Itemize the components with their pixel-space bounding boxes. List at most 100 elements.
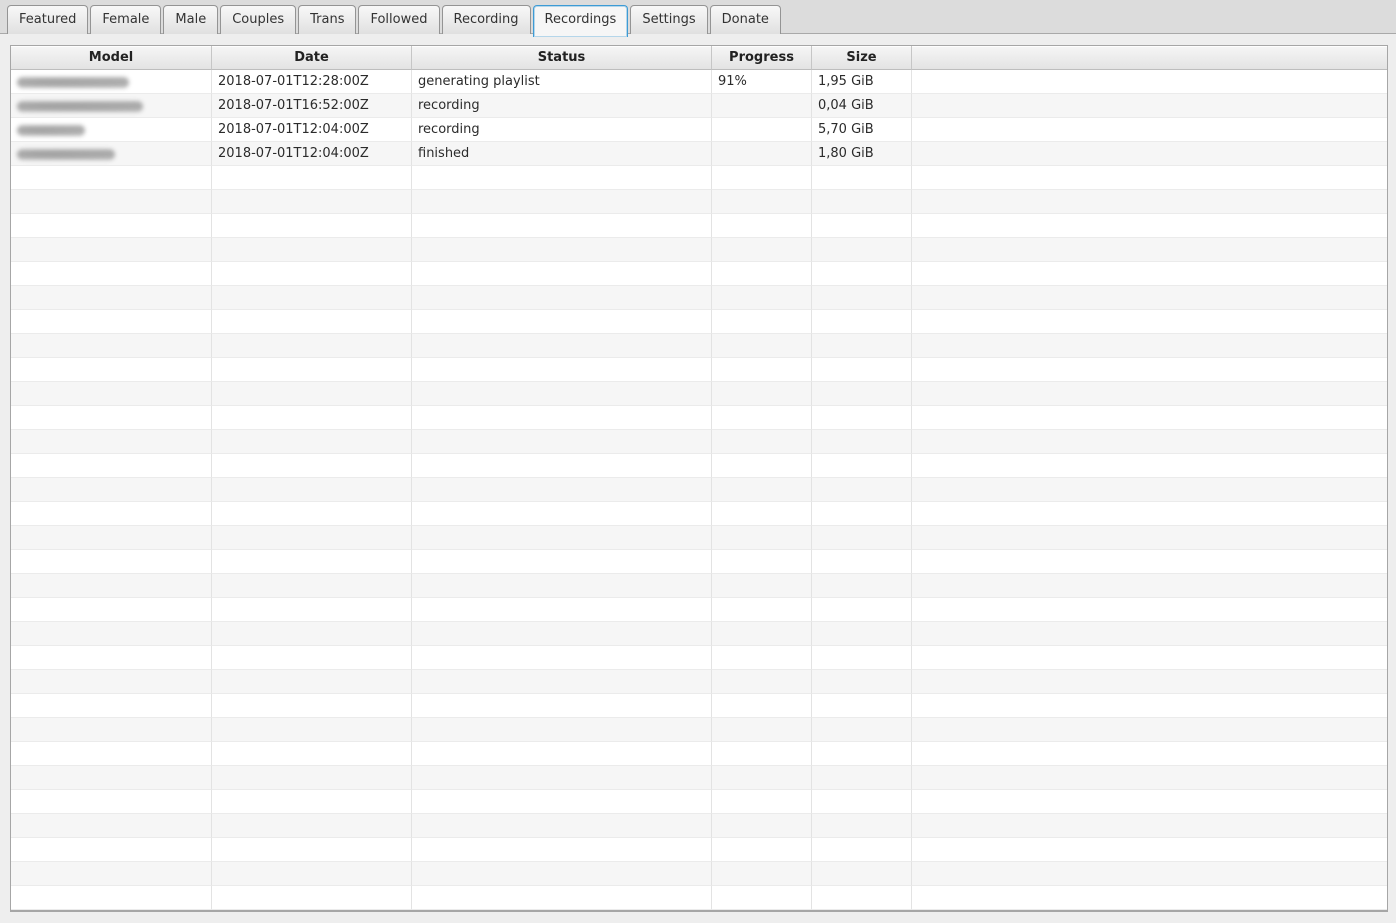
- empty-cell: [912, 478, 1387, 502]
- empty-cell: [412, 262, 712, 286]
- empty-cell: [212, 790, 412, 814]
- empty-cell: [11, 358, 212, 382]
- model-cell: [11, 118, 212, 142]
- tab-recordings[interactable]: Recordings: [532, 5, 629, 37]
- empty-cell: [712, 382, 812, 406]
- empty-cell: [212, 310, 412, 334]
- empty-cell: [912, 622, 1387, 646]
- tab-donate[interactable]: Donate: [709, 5, 781, 34]
- empty-cell: [11, 526, 212, 550]
- empty-cell: [812, 574, 912, 598]
- filler-cell: [912, 94, 1387, 118]
- empty-cell: [11, 646, 212, 670]
- column-header-status[interactable]: Status: [412, 46, 712, 70]
- empty-cell: [11, 550, 212, 574]
- tab-female[interactable]: Female: [90, 5, 162, 34]
- empty-cell: [212, 454, 412, 478]
- date-cell: 2018-07-01T12:28:00Z: [212, 70, 412, 94]
- empty-cell: [11, 574, 212, 598]
- table-row[interactable]: 2018-07-01T16:52:00Z recording 0,04 GiB: [11, 94, 1387, 118]
- empty-cell: [412, 286, 712, 310]
- empty-cell: [212, 646, 412, 670]
- empty-cell: [11, 238, 212, 262]
- column-header-model[interactable]: Model: [11, 46, 212, 70]
- empty-cell: [912, 574, 1387, 598]
- empty-cell: [712, 838, 812, 862]
- empty-cell: [712, 646, 812, 670]
- empty-cell: [912, 886, 1387, 910]
- model-cell: [11, 70, 212, 94]
- empty-cell: [11, 814, 212, 838]
- empty-cell: [212, 574, 412, 598]
- empty-cell: [712, 694, 812, 718]
- empty-cell: [412, 838, 712, 862]
- empty-cell: [812, 334, 912, 358]
- tab-bar: Featured Female Male Couples Trans Followed Re…: [0, 0, 1396, 37]
- empty-row: [11, 478, 1387, 502]
- empty-cell: [412, 382, 712, 406]
- empty-row: [11, 166, 1387, 190]
- empty-cell: [11, 718, 212, 742]
- empty-row: [11, 238, 1387, 262]
- empty-cell: [412, 622, 712, 646]
- table-row[interactable]: 2018-07-01T12:04:00Z finished 1,80 GiB: [11, 142, 1387, 166]
- tab-featured[interactable]: Featured: [7, 5, 89, 34]
- empty-cell: [11, 478, 212, 502]
- empty-row: [11, 838, 1387, 862]
- empty-cell: [812, 550, 912, 574]
- empty-cell: [812, 838, 912, 862]
- table-row[interactable]: 2018-07-01T12:04:00Z recording 5,70 GiB: [11, 118, 1387, 142]
- tab-couples[interactable]: Couples: [220, 5, 297, 34]
- tab-settings[interactable]: Settings: [630, 5, 708, 34]
- empty-cell: [212, 670, 412, 694]
- size-cell: 1,95 GiB: [812, 70, 912, 94]
- empty-row: [11, 814, 1387, 838]
- empty-cell: [712, 166, 812, 190]
- column-header-progress[interactable]: Progress: [712, 46, 812, 70]
- empty-cell: [11, 886, 212, 910]
- tab-male[interactable]: Male: [163, 5, 219, 34]
- empty-cell: [412, 694, 712, 718]
- empty-row: [11, 334, 1387, 358]
- empty-cell: [712, 814, 812, 838]
- empty-cell: [712, 526, 812, 550]
- empty-row: [11, 310, 1387, 334]
- tab-recording[interactable]: Recording: [441, 5, 531, 34]
- column-header-filler[interactable]: [912, 46, 1387, 70]
- filler-cell: [912, 70, 1387, 94]
- empty-cell: [212, 166, 412, 190]
- empty-cell: [812, 742, 912, 766]
- date-cell: 2018-07-01T12:04:00Z: [212, 118, 412, 142]
- empty-row: [11, 670, 1387, 694]
- empty-cell: [212, 478, 412, 502]
- empty-cell: [712, 310, 812, 334]
- empty-cell: [812, 646, 912, 670]
- empty-cell: [412, 862, 712, 886]
- empty-cell: [912, 526, 1387, 550]
- empty-cell: [412, 790, 712, 814]
- empty-cell: [412, 574, 712, 598]
- empty-cell: [912, 694, 1387, 718]
- empty-cell: [11, 622, 212, 646]
- empty-row: [11, 262, 1387, 286]
- table-row[interactable]: 2018-07-01T12:28:00Z generating playlist 9…: [11, 70, 1387, 94]
- empty-row: [11, 862, 1387, 886]
- filler-cell: [912, 142, 1387, 166]
- empty-cell: [712, 430, 812, 454]
- empty-cell: [412, 166, 712, 190]
- empty-cell: [912, 454, 1387, 478]
- date-cell: 2018-07-01T12:04:00Z: [212, 142, 412, 166]
- empty-cell: [11, 766, 212, 790]
- empty-cell: [212, 862, 412, 886]
- empty-cell: [11, 694, 212, 718]
- empty-cell: [912, 430, 1387, 454]
- size-cell: 1,80 GiB: [812, 142, 912, 166]
- tab-trans[interactable]: Trans: [298, 5, 357, 34]
- filler-cell: [912, 118, 1387, 142]
- column-header-date[interactable]: Date: [212, 46, 412, 70]
- tab-followed[interactable]: Followed: [358, 5, 440, 34]
- column-header-size[interactable]: Size: [812, 46, 912, 70]
- empty-cell: [812, 502, 912, 526]
- empty-cell: [912, 286, 1387, 310]
- empty-cell: [11, 454, 212, 478]
